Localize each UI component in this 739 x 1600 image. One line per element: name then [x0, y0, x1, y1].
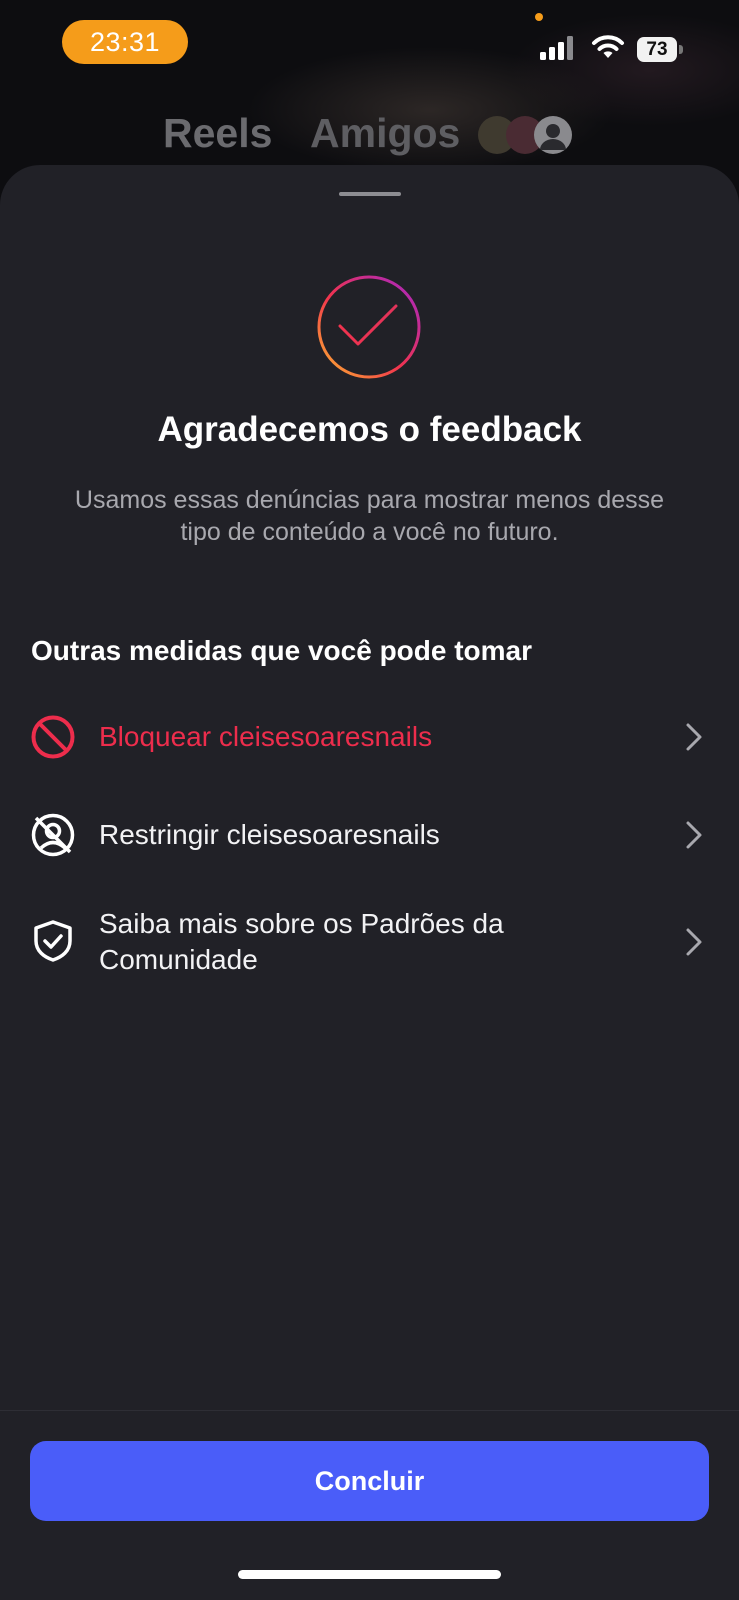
block-user-label: Bloquear cleisesoaresnails [99, 721, 433, 752]
privacy-indicator-dot [535, 13, 543, 21]
block-icon [30, 714, 76, 760]
section-title: Outras medidas que você pode tomar [31, 635, 533, 666]
status-bar: 23:31 73 [0, 0, 739, 90]
cellular-signal-icon [540, 36, 573, 60]
restrict-user-item[interactable]: Restringir cleisesoaresnails [0, 805, 739, 865]
battery-level: 73 [637, 37, 677, 62]
background-tabs: Reels Amigos [0, 108, 739, 168]
shield-check-icon [30, 918, 76, 964]
tab-reels: Reels [163, 110, 273, 156]
battery-icon: 73 [637, 37, 683, 62]
community-standards-item[interactable]: Saiba mais sobre os Padrões da Comunidad… [0, 902, 739, 982]
chevron-right-icon [686, 928, 702, 956]
sheet-grabber[interactable] [339, 192, 401, 196]
chevron-right-icon [686, 723, 702, 751]
avatar-placeholder-icon [534, 116, 572, 154]
home-indicator[interactable] [238, 1570, 501, 1579]
done-button[interactable]: Concluir [30, 1441, 709, 1521]
block-user-item[interactable]: Bloquear cleisesoaresnails [0, 707, 739, 767]
footer-divider [0, 1410, 739, 1411]
status-time: 23:31 [62, 20, 188, 64]
friend-avatars [478, 116, 578, 156]
restrict-user-label: Restringir cleisesoaresnails [99, 819, 440, 850]
wifi-icon [592, 35, 624, 58]
success-check-icon [316, 274, 422, 380]
sheet-title: Agradecemos o feedback [157, 410, 582, 449]
feedback-bottom-sheet: Agradecemos o feedback Usamos essas denú… [0, 165, 739, 1600]
restrict-icon [30, 812, 76, 858]
community-standards-label: Saiba mais sobre os Padrões da Comunidad… [99, 908, 504, 975]
sheet-subtitle: Usamos essas denúncias para mostrar meno… [74, 486, 665, 546]
tab-friends: Amigos [310, 110, 461, 156]
chevron-right-icon [686, 821, 702, 849]
